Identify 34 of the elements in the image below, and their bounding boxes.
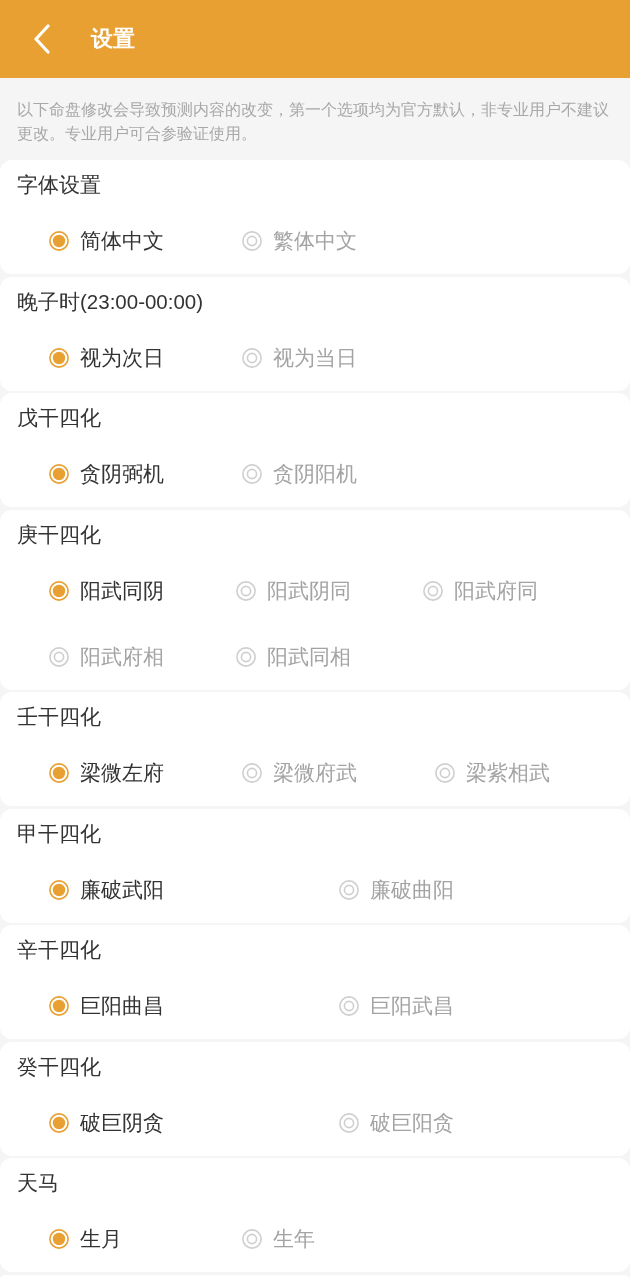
radio-option[interactable]: 阳武阴同 <box>236 575 351 606</box>
section-title: 晚子时(23:00-00:00) <box>17 288 204 315</box>
section-title: 字体设置 <box>17 172 101 198</box>
section-title: 辛干四化 <box>17 937 101 963</box>
radio-option[interactable]: 贪阴阳机 <box>242 459 357 489</box>
radio-option[interactable]: 破巨阳贪 <box>339 1107 454 1138</box>
radio-option[interactable]: 梁微左府 <box>49 758 164 788</box>
section-title: 癸干四化 <box>17 1053 101 1080</box>
radio-option[interactable]: 视为当日 <box>242 342 357 373</box>
radio-option[interactable]: 破巨阴贪 <box>49 1107 164 1138</box>
radio-option[interactable]: 繁体中文 <box>242 226 357 256</box>
radio-option[interactable]: 贪阴弼机 <box>49 459 164 489</box>
radio-option[interactable]: 简体中文 <box>49 226 164 256</box>
section-title: 天马 <box>17 1170 59 1196</box>
radio-option[interactable]: 生月 <box>49 1224 122 1254</box>
section-title: 戊干四化 <box>17 405 101 431</box>
radio-option[interactable]: 阳武府相 <box>49 641 164 672</box>
radio-option[interactable]: 阳武同阴 <box>49 575 164 606</box>
radio-option[interactable]: 巨阳曲昌 <box>49 991 164 1021</box>
radio-option[interactable]: 阳武府同 <box>423 575 538 606</box>
notice-text: 以下命盘修改会导致预测内容的改变，第一个选项均为官方默认，非专业用户不建议更改。专业用户可合参验证使用。 <box>16 100 610 144</box>
radio-option[interactable]: 廉破曲阳 <box>339 874 454 905</box>
section-title: 庚干四化 <box>17 521 101 548</box>
chevron-left-icon <box>33 24 51 54</box>
radio-option[interactable]: 梁微府武 <box>242 758 357 788</box>
radio-option[interactable]: 廉破武阳 <box>49 874 164 905</box>
radio-option[interactable]: 生年 <box>242 1224 315 1254</box>
page-title: 设置 <box>91 25 135 53</box>
radio-option[interactable]: 视为次日 <box>49 342 164 373</box>
radio-option[interactable]: 巨阳武昌 <box>339 991 454 1021</box>
radio-option[interactable]: 阳武同相 <box>236 641 351 672</box>
radio-option[interactable]: 梁紫相武 <box>435 758 550 788</box>
section-title: 甲干四化 <box>17 820 101 847</box>
section-title: 壬干四化 <box>17 704 101 730</box>
